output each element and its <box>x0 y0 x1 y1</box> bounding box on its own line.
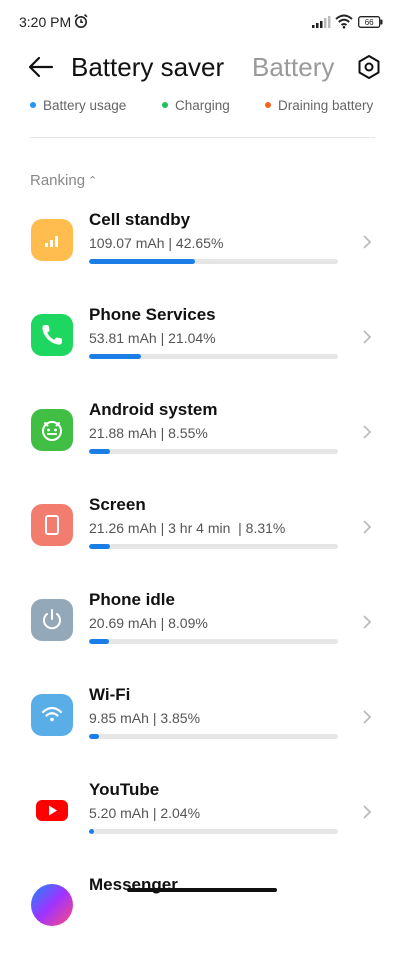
usage-bar-fill <box>89 449 111 454</box>
app-item-phone-services[interactable]: Phone Services 53.81 mAh | 21.04% <box>0 305 405 404</box>
legend-label: Battery usage <box>43 98 127 113</box>
cell-signal-icon <box>312 16 331 28</box>
ranking-label: Ranking <box>30 172 86 189</box>
youtube-icon <box>31 789 73 831</box>
chevron-right-icon <box>363 235 372 249</box>
app-item-android-system[interactable]: Android system 21.88 mAh | 8.55% <box>0 400 405 499</box>
divider <box>30 137 375 138</box>
phone-icon <box>31 314 73 356</box>
app-usage: 20.69 mAh | 8.09% <box>89 615 208 631</box>
app-item-cell-standby[interactable]: Cell standby 109.07 mAh | 42.65% <box>0 210 405 309</box>
app-name: Cell standby <box>89 210 191 229</box>
home-indicator[interactable] <box>127 888 277 892</box>
chevron-right-icon <box>363 520 372 534</box>
status-bar: 3:20 PM 66 <box>0 0 405 44</box>
usage-bar <box>89 734 338 739</box>
legend-battery-usage: Battery usage <box>30 98 126 113</box>
screen-icon <box>31 504 73 546</box>
battery-level-text: 66 <box>365 18 374 27</box>
app-usage: 9.85 mAh | 3.85% <box>89 710 201 726</box>
app-usage: 5.20 mAh | 2.04% <box>89 805 201 821</box>
app-usage: 21.26 mAh | 3 hr 4 min | 8.31% <box>89 520 286 536</box>
app-name: Phone idle <box>89 590 175 609</box>
usage-bar-fill <box>89 354 142 359</box>
app-name: Messenger <box>89 875 178 894</box>
usage-bar-fill <box>89 734 99 739</box>
ranking-sort-button[interactable]: Ranking ⌃ <box>30 172 97 189</box>
tab-battery[interactable]: Battery <box>252 52 334 83</box>
chevron-right-icon <box>363 330 372 344</box>
app-usage: 109.07 mAh | 42.65% <box>89 235 224 251</box>
legend-dot <box>162 102 168 109</box>
settings-icon[interactable] <box>355 53 383 81</box>
usage-bar <box>89 639 338 644</box>
legend-dot <box>30 102 36 109</box>
app-item-wi-fi[interactable]: Wi-Fi 9.85 mAh | 3.85% <box>0 685 405 784</box>
legend-label: Charging <box>175 98 230 113</box>
legend-dot <box>265 102 271 109</box>
back-arrow-icon[interactable] <box>26 52 56 82</box>
app-item-messenger[interactable]: Messenger <box>0 875 405 974</box>
app-name: Android system <box>89 400 218 419</box>
legend-label: Draining battery <box>278 98 374 113</box>
legend-draining-battery: Draining battery <box>265 98 373 113</box>
app-name: Phone Services <box>89 305 216 324</box>
app-name: Screen <box>89 495 146 514</box>
usage-bar-fill <box>89 259 196 264</box>
usage-bar-fill <box>89 639 110 644</box>
app-usage: 21.88 mAh | 8.55% <box>89 425 208 441</box>
usage-bar-fill <box>89 544 110 549</box>
status-time: 3:20 PM <box>19 14 72 30</box>
messenger-icon <box>31 884 73 926</box>
chevron-right-icon <box>363 710 372 724</box>
signal-icon <box>31 219 73 261</box>
wifi-icon <box>31 694 73 736</box>
chevron-right-icon <box>363 425 372 439</box>
android-icon <box>31 409 73 451</box>
app-item-youtube[interactable]: YouTube 5.20 mAh | 2.04% <box>0 780 405 879</box>
app-usage: 53.81 mAh | 21.04% <box>89 330 216 346</box>
usage-bar-fill <box>89 829 95 834</box>
app-name: YouTube <box>89 780 160 799</box>
wifi-status-icon <box>335 14 353 29</box>
alarm-icon <box>74 13 88 28</box>
app-item-phone-idle[interactable]: Phone idle 20.69 mAh | 8.09% <box>0 590 405 689</box>
power-icon <box>31 599 73 641</box>
sort-chevron-icon: ⌃ <box>88 175 98 187</box>
usage-bar <box>89 259 338 264</box>
usage-bar <box>89 354 338 359</box>
battery-status-icon: 66 <box>358 16 383 28</box>
app-name: Wi-Fi <box>89 685 131 704</box>
usage-bar <box>89 829 338 834</box>
app-item-screen[interactable]: Screen 21.26 mAh | 3 hr 4 min | 8.31% <box>0 495 405 594</box>
chevron-right-icon <box>363 615 372 629</box>
usage-bar <box>89 544 338 549</box>
usage-bar <box>89 449 338 454</box>
legend-charging: Charging <box>162 98 230 113</box>
tab-battery-saver[interactable]: Battery saver <box>71 52 224 83</box>
chevron-right-icon <box>363 805 372 819</box>
